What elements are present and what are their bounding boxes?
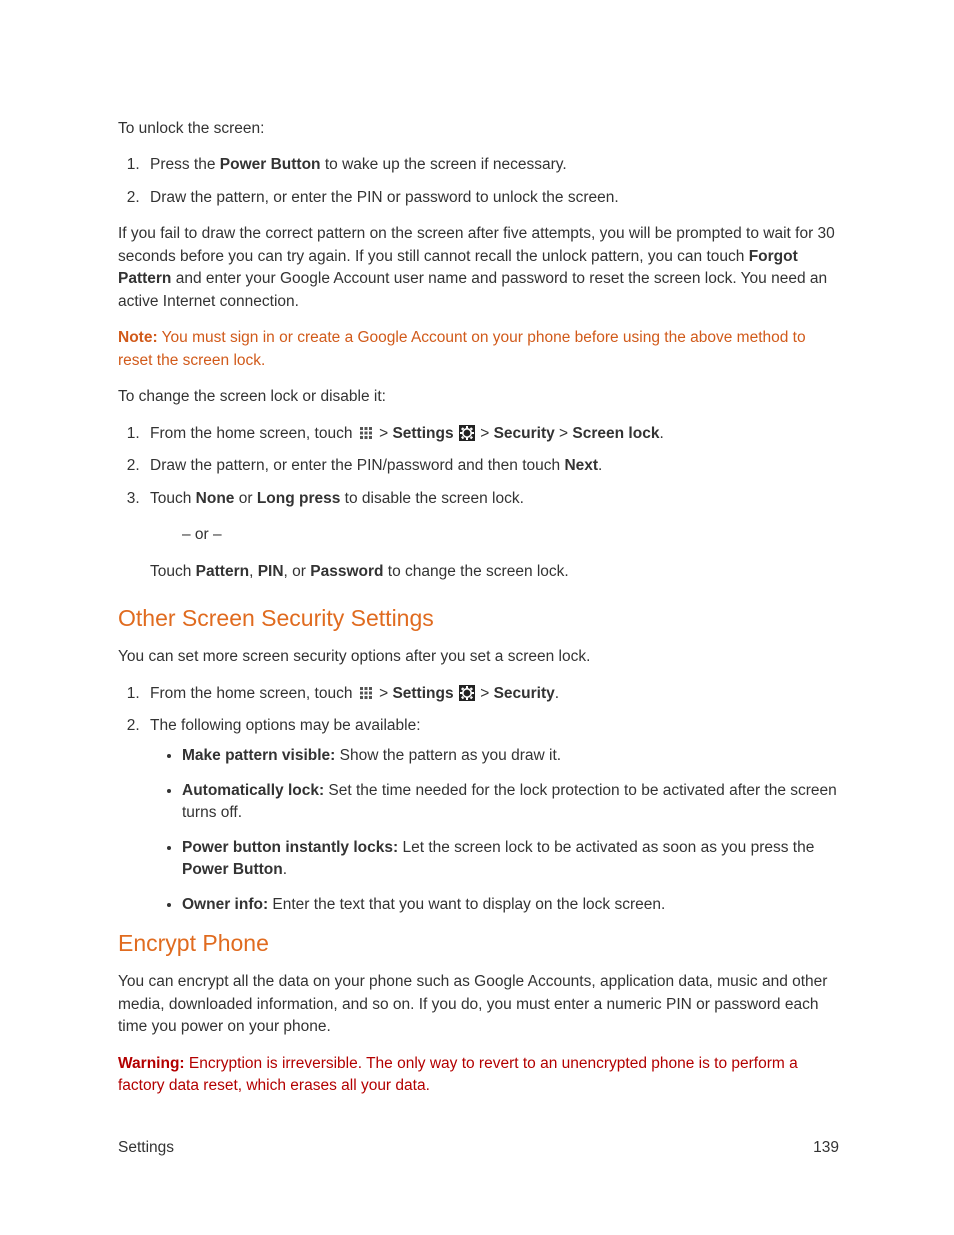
warning-label: Warning: bbox=[118, 1055, 185, 1072]
text: Touch bbox=[150, 563, 196, 580]
settings-gear-icon bbox=[459, 685, 475, 701]
intro-paragraph: To unlock the screen: bbox=[118, 118, 839, 140]
text: . bbox=[659, 425, 663, 442]
text: Show the pattern as you draw it. bbox=[335, 747, 561, 764]
list-item: Automatically lock: Set the time needed … bbox=[182, 780, 839, 825]
change-intro: To change the screen lock or disable it: bbox=[118, 386, 839, 408]
text: , bbox=[249, 563, 258, 580]
bold-text: Security bbox=[494, 685, 555, 702]
text: to wake up the screen if necessary. bbox=[321, 156, 567, 173]
apps-grid-icon bbox=[358, 425, 374, 441]
text: The following options may be available: bbox=[150, 717, 421, 734]
text: From the home screen, touch bbox=[150, 425, 357, 442]
note-text: You must sign in or create a Google Acco… bbox=[118, 329, 806, 368]
bold-text: Power Button bbox=[220, 156, 321, 173]
other-steps-list: From the home screen, touch > Settings >… bbox=[118, 683, 839, 917]
options-bullets: Make pattern visible: Show the pattern a… bbox=[150, 745, 839, 916]
text: From the home screen, touch bbox=[150, 685, 357, 702]
bold-text: Make pattern visible: bbox=[182, 747, 335, 764]
touch-alt: Touch Pattern, PIN, or Password to chang… bbox=[150, 561, 839, 583]
bold-text: Pattern bbox=[196, 563, 249, 580]
list-item: Draw the pattern, or enter the PIN or pa… bbox=[144, 187, 839, 209]
note-label: Note: bbox=[118, 329, 158, 346]
text: . bbox=[598, 457, 602, 474]
list-item: Draw the pattern, or enter the PIN/passw… bbox=[144, 455, 839, 477]
footer-section-name: Settings bbox=[118, 1139, 174, 1157]
bold-text: Power button instantly locks: bbox=[182, 839, 398, 856]
other-intro: You can set more screen security options… bbox=[118, 646, 839, 668]
note-paragraph: Note: You must sign in or create a Googl… bbox=[118, 327, 839, 372]
text: to disable the screen lock. bbox=[340, 490, 524, 507]
bold-text: Automatically lock: bbox=[182, 782, 324, 799]
or-text: – or – bbox=[182, 524, 839, 546]
bold-text: PIN bbox=[258, 563, 284, 580]
list-item: Owner info: Enter the text that you want… bbox=[182, 894, 839, 916]
text: > bbox=[375, 425, 393, 442]
bold-text: Security bbox=[494, 425, 555, 442]
bold-text: Settings bbox=[392, 425, 453, 442]
warning-text: Encryption is irreversible. The only way… bbox=[118, 1055, 798, 1094]
bold-text: Screen lock bbox=[572, 425, 659, 442]
document-page: To unlock the screen: Press the Power Bu… bbox=[0, 0, 954, 1235]
page-footer: Settings 139 bbox=[118, 1139, 839, 1157]
text: > bbox=[555, 425, 573, 442]
list-item: From the home screen, touch > Settings >… bbox=[144, 683, 839, 705]
text: Enter the text that you want to display … bbox=[268, 896, 665, 913]
text: , or bbox=[284, 563, 311, 580]
text: Draw the pattern, or enter the PIN or pa… bbox=[150, 189, 619, 206]
encrypt-intro: You can encrypt all the data on your pho… bbox=[118, 971, 839, 1038]
list-item: Make pattern visible: Show the pattern a… bbox=[182, 745, 839, 767]
bold-text: None bbox=[196, 490, 235, 507]
text: Draw the pattern, or enter the PIN/passw… bbox=[150, 457, 564, 474]
text: Press the bbox=[150, 156, 220, 173]
change-steps-list: From the home screen, touch > Settings >… bbox=[118, 423, 839, 583]
text: . bbox=[555, 685, 559, 702]
list-item: From the home screen, touch > Settings >… bbox=[144, 423, 839, 445]
bold-text: Password bbox=[310, 563, 383, 580]
fail-paragraph: If you fail to draw the correct pattern … bbox=[118, 223, 839, 313]
text: and enter your Google Account user name … bbox=[118, 270, 827, 309]
text: If you fail to draw the correct pattern … bbox=[118, 225, 835, 264]
text: Touch bbox=[150, 490, 196, 507]
list-item: Touch None or Long press to disable the … bbox=[144, 488, 839, 583]
text: to change the screen lock. bbox=[383, 563, 568, 580]
text: Let the screen lock to be activated as s… bbox=[398, 839, 814, 856]
unlock-steps-list: Press the Power Button to wake up the sc… bbox=[118, 154, 839, 209]
warning-paragraph: Warning: Encryption is irreversible. The… bbox=[118, 1053, 839, 1098]
text: > bbox=[476, 685, 494, 702]
text: > bbox=[476, 425, 494, 442]
text: > bbox=[375, 685, 393, 702]
bold-text: Long press bbox=[257, 490, 341, 507]
apps-grid-icon bbox=[358, 685, 374, 701]
bold-text: Power Button bbox=[182, 861, 283, 878]
bold-text: Settings bbox=[392, 685, 453, 702]
list-item: The following options may be available: … bbox=[144, 715, 839, 916]
bold-text: Next bbox=[564, 457, 598, 474]
settings-gear-icon bbox=[459, 425, 475, 441]
bold-text: Owner info: bbox=[182, 896, 268, 913]
footer-page-number: 139 bbox=[813, 1139, 839, 1157]
list-item: Power button instantly locks: Let the sc… bbox=[182, 837, 839, 882]
heading-encrypt: Encrypt Phone bbox=[118, 930, 839, 957]
text: . bbox=[283, 861, 287, 878]
text: or bbox=[234, 490, 256, 507]
list-item: Press the Power Button to wake up the sc… bbox=[144, 154, 839, 176]
heading-other-security: Other Screen Security Settings bbox=[118, 605, 839, 632]
